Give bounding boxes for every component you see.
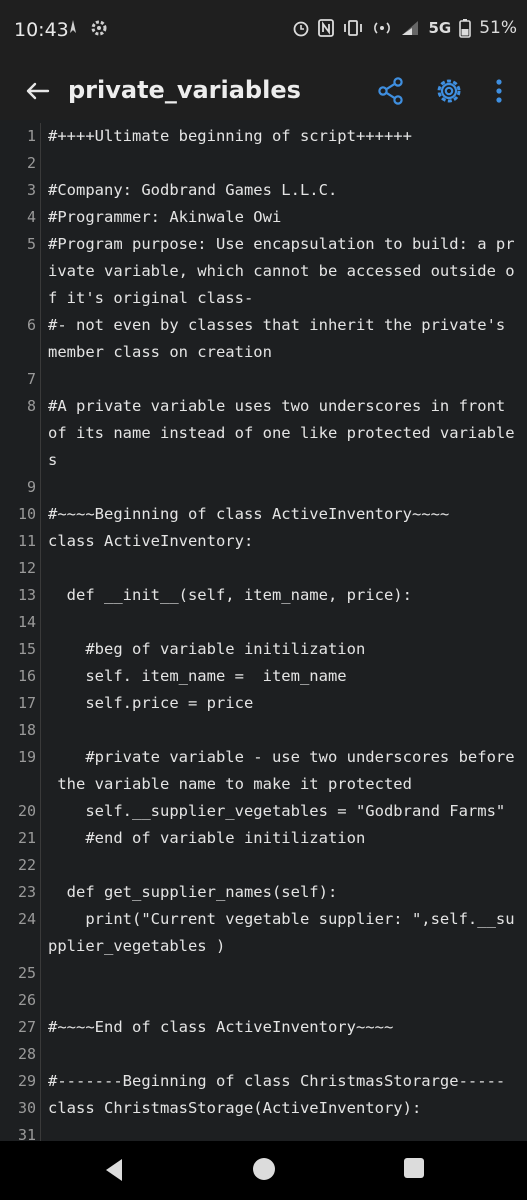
code-line[interactable]: self.__supplier_vegetables = "Godbrand F… (48, 798, 518, 825)
line-number: 1 (26, 127, 36, 145)
nav-back-icon[interactable] (102, 1157, 126, 1183)
location-icon (70, 20, 76, 33)
line-number: 29 (17, 1072, 36, 1090)
code-line[interactable]: self.price = price (48, 690, 518, 717)
code-line[interactable]: ivate variable, which cannot be accessed… (48, 258, 518, 285)
line-number: 2 (26, 154, 36, 172)
code-line[interactable]: member class on creation (48, 339, 518, 366)
back-arrow-icon[interactable] (22, 76, 52, 106)
code-line[interactable]: class ActiveInventory: (48, 528, 518, 555)
line-number: 13 (17, 586, 36, 604)
status-time: 10:43 (14, 19, 69, 41)
vibrate-icon (344, 20, 363, 36)
line-number: 8 (26, 397, 36, 415)
gear-icon[interactable] (432, 74, 466, 108)
code-line[interactable]: def __init__(self, item_name, price): (48, 582, 518, 609)
line-number: 9 (26, 478, 36, 496)
nav-home-icon[interactable] (253, 1158, 275, 1180)
code-editor[interactable]: 1 2 3 4 5 6 7 8 9 10 11 12 13 14 15 16 17 18 19 20 21 22 23 24 2… (0, 123, 527, 1141)
hotspot-icon (374, 22, 391, 34)
code-line[interactable]: #Programmer: Akinwale Owi (48, 204, 518, 231)
line-number: 14 (17, 613, 36, 631)
network-type: 5G (428, 19, 452, 37)
signal-icon (402, 21, 419, 35)
code-line[interactable]: #private variable - use two underscores … (48, 744, 518, 771)
nav-recents-icon[interactable] (404, 1158, 424, 1178)
file-title: private_variables (68, 76, 301, 104)
alarm-icon (294, 21, 309, 37)
line-number: 23 (17, 883, 36, 901)
line-number: 10 (17, 505, 36, 523)
line-number: 16 (17, 667, 36, 685)
line-number-gutter: 1 2 3 4 5 6 7 8 9 10 11 12 13 14 15 16 17 18 19 20 21 22 23 24 2… (0, 123, 41, 1141)
code-line[interactable]: of its name instead of one like protecte… (48, 420, 518, 447)
line-number: 21 (17, 829, 36, 847)
line-number: 11 (17, 532, 36, 550)
line-number: 4 (26, 208, 36, 226)
code-line[interactable]: #Company: Godbrand Games L.L.C. (48, 177, 518, 204)
line-number: 27 (17, 1018, 36, 1036)
code-line[interactable]: #end of variable initilization (48, 825, 518, 852)
line-number: 20 (17, 802, 36, 820)
line-number: 3 (26, 181, 36, 199)
line-number: 7 (26, 370, 36, 388)
navigation-bar (0, 1141, 527, 1200)
line-number: 18 (17, 721, 36, 739)
nfc-icon (318, 19, 335, 37)
line-number: 31 (17, 1126, 36, 1141)
code-line[interactable]: #- not even by classes that inherit the … (48, 312, 518, 339)
code-line[interactable]: #~~~~Beginning of class ActiveInventory~… (48, 501, 518, 528)
code-line[interactable]: #~~~~End of class ActiveInventory~~~~ (48, 1014, 518, 1041)
code-line[interactable]: #A private variable uses two underscores… (48, 393, 518, 420)
line-number: 25 (17, 964, 36, 982)
code-line[interactable]: #-------Beginning of class ChristmasStor… (48, 1068, 518, 1095)
code-line[interactable]: #Program purpose: Use encapsulation to b… (48, 231, 518, 258)
code-line[interactable]: print("Current vegetable supplier: ",sel… (48, 906, 518, 933)
line-number: 17 (17, 694, 36, 712)
line-number: 28 (17, 1045, 36, 1063)
line-number: 12 (17, 559, 36, 577)
more-options-icon[interactable] (490, 76, 508, 106)
code-line[interactable]: s (48, 447, 518, 474)
line-number: 24 (17, 910, 36, 928)
line-number: 19 (17, 748, 36, 766)
code-line[interactable]: def get_supplier_names(self): (48, 879, 518, 906)
battery-icon (459, 19, 472, 38)
code-line[interactable]: class ChristmasStorage(ActiveInventory): (48, 1095, 518, 1122)
battery-percent: 51% (479, 18, 517, 38)
line-number: 6 (26, 316, 36, 334)
line-number: 15 (17, 640, 36, 658)
line-number: 22 (17, 856, 36, 874)
settings-icon (91, 20, 107, 36)
code-line[interactable]: f it's original class- (48, 285, 518, 312)
line-number: 26 (17, 991, 36, 1009)
line-number: 30 (17, 1099, 36, 1117)
app-bar: private_variables (0, 64, 527, 120)
line-number: 5 (26, 235, 36, 253)
code-line[interactable]: self. item_name = item_name (48, 663, 518, 690)
status-bar: 10:43 5G 51% (0, 0, 527, 64)
code-line[interactable]: pplier_vegetables ) (48, 933, 518, 960)
code-line[interactable]: #++++Ultimate beginning of script++++++ (48, 123, 518, 150)
share-icon[interactable] (376, 76, 406, 106)
code-line[interactable]: #beg of variable initilization (48, 636, 518, 663)
code-line[interactable]: the variable name to make it protected (48, 771, 518, 798)
